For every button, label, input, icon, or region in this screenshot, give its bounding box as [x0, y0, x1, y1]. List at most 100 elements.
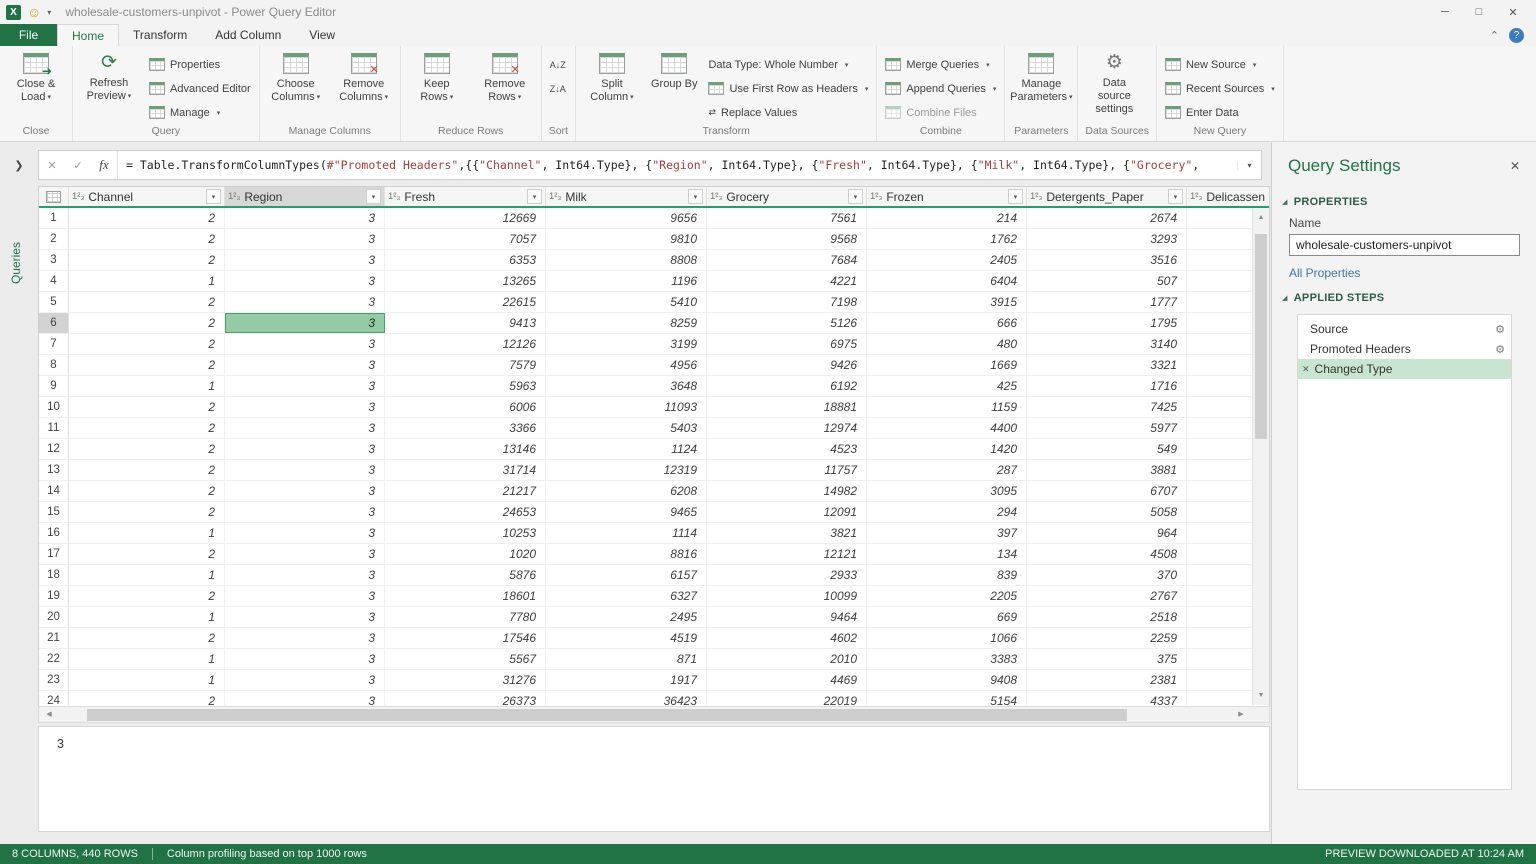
- grid-cell[interactable]: 3: [225, 481, 385, 501]
- grid-cell[interactable]: 4337: [1027, 691, 1187, 705]
- row-number[interactable]: 3: [39, 250, 69, 270]
- filter-button[interactable]: ▾: [688, 189, 703, 204]
- grid-cell[interactable]: 3: [225, 544, 385, 564]
- grid-cell[interactable]: 3: [225, 586, 385, 606]
- grid-cell[interactable]: 18881: [707, 397, 867, 417]
- grid-cell[interactable]: 9413: [385, 313, 546, 333]
- grid-cell[interactable]: 214: [867, 208, 1027, 228]
- grid-cell[interactable]: 11093: [546, 397, 707, 417]
- grid-cell[interactable]: 1: [69, 670, 225, 690]
- grid-cell[interactable]: 4221: [707, 271, 867, 291]
- advanced-editor-button[interactable]: Advanced Editor: [144, 78, 256, 99]
- grid-cell[interactable]: 2933: [707, 565, 867, 585]
- grid-cell[interactable]: 7057: [385, 229, 546, 249]
- grid-cell[interactable]: 2518: [1027, 607, 1187, 627]
- grid-cell[interactable]: 2405: [867, 250, 1027, 270]
- recent-sources-button[interactable]: Recent Sources▾: [1160, 78, 1280, 99]
- grid-cell[interactable]: 3: [225, 250, 385, 270]
- tab-file[interactable]: File: [0, 24, 57, 46]
- refresh-preview-button[interactable]: ⟳ Refresh Preview▾: [76, 49, 142, 103]
- grid-cell[interactable]: 3: [225, 418, 385, 438]
- grid-cell[interactable]: 2205: [867, 586, 1027, 606]
- column-header-delicassen[interactable]: 1²₃Delicassen▾: [1187, 187, 1270, 206]
- grid-cell[interactable]: 1716: [1027, 376, 1187, 396]
- properties-button[interactable]: Properties: [144, 54, 256, 75]
- grid-cell[interactable]: 7198: [707, 292, 867, 312]
- row-number[interactable]: 12: [39, 439, 69, 459]
- grid-cell[interactable]: 6975: [707, 334, 867, 354]
- collapse-ribbon-icon[interactable]: ⌃: [1490, 29, 1499, 42]
- grid-cell[interactable]: 6208: [546, 481, 707, 501]
- grid-cell[interactable]: 13265: [385, 271, 546, 291]
- grid-cell[interactable]: 549: [1027, 439, 1187, 459]
- grid-cell[interactable]: 839: [867, 565, 1027, 585]
- grid-cell[interactable]: 3293: [1027, 229, 1187, 249]
- vertical-scrollbar[interactable]: ▲ ▼: [1252, 208, 1269, 705]
- grid-cell[interactable]: 2: [69, 334, 225, 354]
- feedback-smiley-icon[interactable]: ☺: [27, 5, 41, 19]
- grid-cell[interactable]: 1: [69, 607, 225, 627]
- grid-cell[interactable]: 1: [69, 649, 225, 669]
- grid-cell[interactable]: 2: [69, 628, 225, 648]
- grid-cell[interactable]: 2: [69, 439, 225, 459]
- grid-cell[interactable]: 1066: [867, 628, 1027, 648]
- grid-cell[interactable]: 2: [69, 292, 225, 312]
- filter-button[interactable]: ▾: [1008, 189, 1023, 204]
- commit-formula-icon[interactable]: ✓: [65, 159, 91, 172]
- grid-cell[interactable]: 1777: [1027, 292, 1187, 312]
- filter-button[interactable]: ▾: [206, 189, 221, 204]
- grid-cell[interactable]: 3321: [1027, 355, 1187, 375]
- delete-step-icon[interactable]: ✕: [1302, 364, 1310, 375]
- grid-cell[interactable]: 3: [225, 271, 385, 291]
- filter-button[interactable]: ▾: [366, 189, 381, 204]
- grid-cell[interactable]: 2: [69, 208, 225, 228]
- grid-cell[interactable]: 3: [225, 523, 385, 543]
- grid-cell[interactable]: 9465: [546, 502, 707, 522]
- row-number[interactable]: 5: [39, 292, 69, 312]
- append-queries-button[interactable]: Append Queries▾: [880, 78, 1001, 99]
- grid-cell[interactable]: 287: [867, 460, 1027, 480]
- vertical-scroll-thumb[interactable]: [1255, 234, 1267, 439]
- grid-cell[interactable]: 507: [1027, 271, 1187, 291]
- grid-cell[interactable]: 2: [69, 397, 225, 417]
- filter-button[interactable]: ▾: [848, 189, 863, 204]
- row-number[interactable]: 13: [39, 460, 69, 480]
- grid-cell[interactable]: 3821: [707, 523, 867, 543]
- grid-cell[interactable]: 3: [225, 397, 385, 417]
- grid-cell[interactable]: 1: [69, 565, 225, 585]
- applied-step[interactable]: Promoted Headers⚙: [1298, 339, 1511, 359]
- grid-cell[interactable]: 294: [867, 502, 1027, 522]
- grid-cell[interactable]: 3648: [546, 376, 707, 396]
- formula-text[interactable]: = Table.TransformColumnTypes(#"Promoted …: [118, 158, 1237, 172]
- grid-cell[interactable]: 3: [225, 649, 385, 669]
- row-number[interactable]: 6: [39, 313, 69, 333]
- grid-cell[interactable]: 6157: [546, 565, 707, 585]
- column-header-channel[interactable]: 1²₃Channel▾: [69, 187, 225, 206]
- row-number[interactable]: 10: [39, 397, 69, 417]
- row-number[interactable]: 16: [39, 523, 69, 543]
- grid-cell[interactable]: 964: [1027, 523, 1187, 543]
- grid-cell[interactable]: 2: [69, 229, 225, 249]
- column-header-region[interactable]: 1²₃Region▾: [225, 187, 385, 206]
- grid-cell[interactable]: 3: [225, 670, 385, 690]
- grid-cell[interactable]: 18601: [385, 586, 546, 606]
- grid-cell[interactable]: 3: [225, 355, 385, 375]
- grid-cell[interactable]: 3: [225, 229, 385, 249]
- grid-cell[interactable]: 2: [69, 544, 225, 564]
- grid-cell[interactable]: 4956: [546, 355, 707, 375]
- cancel-formula-icon[interactable]: ✕: [39, 159, 65, 172]
- grid-cell[interactable]: 1: [69, 523, 225, 543]
- keep-rows-button[interactable]: Keep Rows▾: [404, 49, 470, 104]
- minimize-button[interactable]: ─: [1428, 0, 1462, 24]
- tab-home[interactable]: Home: [57, 24, 119, 46]
- choose-columns-button[interactable]: Choose Columns▾: [263, 49, 329, 104]
- column-header-frozen[interactable]: 1²₃Frozen▾: [867, 187, 1027, 206]
- grid-cell[interactable]: 26373: [385, 691, 546, 705]
- row-number[interactable]: 8: [39, 355, 69, 375]
- grid-cell[interactable]: 871: [546, 649, 707, 669]
- grid-cell[interactable]: 3: [225, 439, 385, 459]
- grid-cell[interactable]: 10253: [385, 523, 546, 543]
- new-source-button[interactable]: New Source▾: [1160, 54, 1280, 75]
- queries-pane-label[interactable]: Queries: [9, 242, 23, 284]
- row-number[interactable]: 22: [39, 649, 69, 669]
